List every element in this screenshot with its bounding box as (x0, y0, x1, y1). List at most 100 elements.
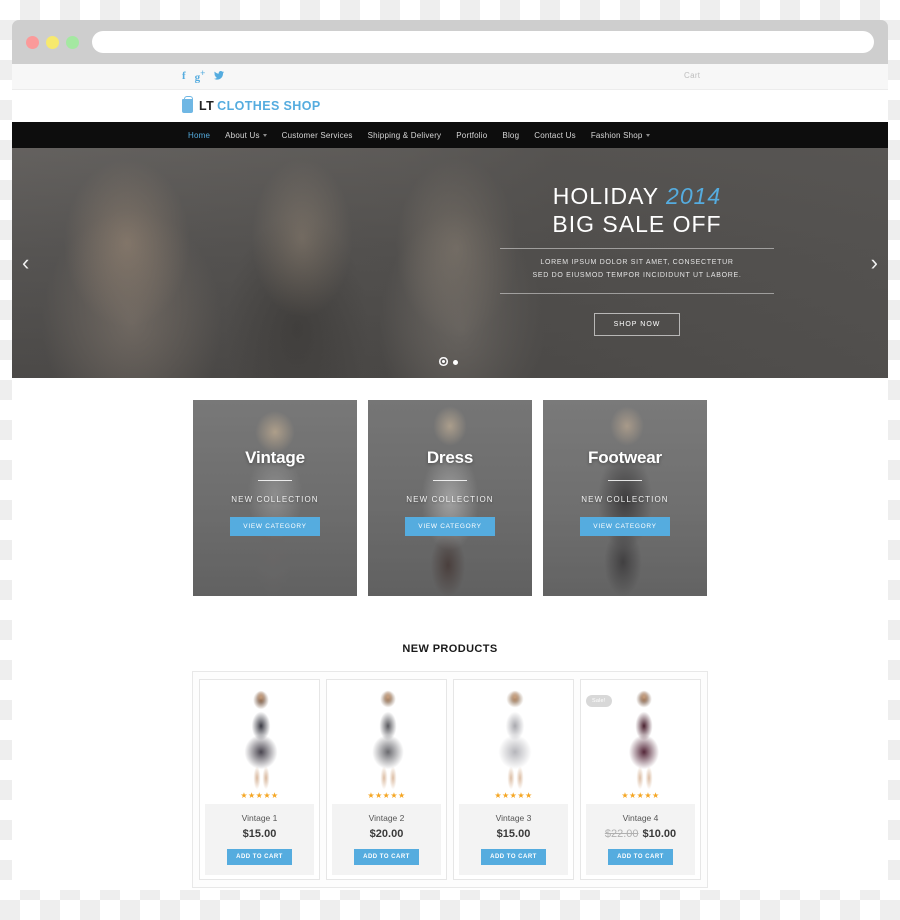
product-name: Vintage 1 (241, 813, 278, 823)
product-current-price: $15.00 (496, 828, 531, 840)
category-title: Dress (426, 448, 474, 467)
category-divider (608, 480, 642, 481)
product-old-price: $22.00 (604, 828, 639, 840)
nav-label: Portfolio (456, 130, 488, 140)
add-to-cart-button[interactable]: ADD TO CART (608, 849, 673, 865)
product-current-price: $15.00 (242, 828, 277, 840)
slider-dot-1[interactable] (442, 360, 445, 363)
hero-slider: HOLIDAY 2014 BIG SALE OFF LOREM IPSUM DO… (12, 148, 888, 378)
hero-headline-line2: BIG SALE OFF (552, 211, 722, 238)
site-logo[interactable]: LT CLOTHES SHOP (199, 99, 321, 113)
category-card-footwear[interactable]: Footwear NEW COLLECTION VIEW CATEGORY (543, 400, 707, 596)
product-rating: ★★★★★ (621, 791, 660, 800)
maximize-window-button[interactable] (66, 35, 79, 49)
twitter-icon[interactable] (214, 70, 225, 83)
product-photo (581, 686, 700, 790)
product-image: Sale! (581, 680, 700, 790)
product-card[interactable]: ★★★★★ Vintage 2 $20.00 ADD TO CART (326, 679, 447, 880)
category-subtitle: NEW COLLECTION (581, 495, 669, 504)
logo-primary-text: LT (199, 99, 215, 113)
category-divider (258, 480, 292, 481)
nav-label: Customer Services (281, 130, 353, 140)
hero-year-text: 2014 (666, 183, 722, 209)
product-rating: ★★★★★ (367, 791, 406, 800)
view-category-button[interactable]: VIEW CATEGORY (230, 517, 320, 536)
hero-headline-text: HOLIDAY (552, 183, 659, 209)
category-title: Footwear (588, 448, 662, 467)
hero-divider-top (500, 248, 774, 250)
shop-now-button[interactable]: SHOP NOW (593, 312, 681, 336)
category-subtitle: NEW COLLECTION (406, 495, 494, 504)
nav-label: Contact Us (534, 130, 576, 140)
product-price: $15.00 (209, 828, 310, 840)
add-to-cart-button[interactable]: ADD TO CART (354, 849, 419, 865)
slider-next-arrow[interactable]: › (871, 252, 878, 274)
main-navigation: Home About Us Customer Services Shipping… (12, 122, 888, 148)
nav-item-about-us[interactable]: About Us (225, 131, 267, 140)
nav-label: Fashion Shop (590, 130, 643, 140)
add-to-cart-button[interactable]: ADD TO CART (481, 849, 546, 865)
nav-item-home[interactable]: Home (188, 131, 210, 140)
product-card[interactable]: ★★★★★ Vintage 1 $15.00 ADD TO CART (199, 679, 320, 880)
nav-label: About Us (225, 130, 260, 140)
minimize-window-button[interactable] (46, 35, 59, 49)
product-card[interactable]: Sale! ★★★★★ Vintage 4 $22.00$10.00 ADD T… (580, 679, 701, 880)
address-bar-input[interactable] (92, 31, 874, 53)
product-name: Vintage 4 (622, 813, 659, 823)
nav-item-fashion-shop[interactable]: Fashion Shop (591, 131, 650, 140)
slider-dot-2[interactable] (453, 360, 458, 365)
category-divider (433, 480, 467, 481)
hero-content: HOLIDAY 2014 BIG SALE OFF LOREM IPSUM DO… (492, 182, 782, 336)
view-category-button[interactable]: VIEW CATEGORY (580, 517, 670, 536)
close-window-button[interactable] (26, 35, 39, 49)
social-links: f g+ (182, 69, 225, 84)
hero-subtitle-line2: SED DO EIUSMOD TEMPOR INCIDIDUNT UT LABO… (532, 272, 742, 280)
add-to-cart-button[interactable]: ADD TO CART (227, 849, 292, 865)
nav-item-customer-services[interactable]: Customer Services (282, 131, 353, 140)
nav-item-blog[interactable]: Blog (502, 131, 519, 140)
product-image (200, 680, 319, 790)
utility-topbar: f g+ Cart (12, 64, 888, 90)
product-price: $15.00 (463, 828, 564, 840)
product-rating: ★★★★★ (240, 791, 279, 800)
google-plus-icon[interactable]: g+ (195, 69, 206, 84)
product-photo (200, 686, 319, 790)
product-name: Vintage 3 (495, 813, 532, 823)
site-header: LT CLOTHES SHOP (12, 90, 888, 122)
nav-label: Shipping & Delivery (367, 130, 442, 140)
product-card[interactable]: ★★★★★ Vintage 3 $15.00 ADD TO CART (453, 679, 574, 880)
nav-label: Home (188, 130, 211, 140)
browser-chrome (12, 20, 888, 64)
product-image (454, 680, 573, 790)
hero-subtitle-line1: LOREM IPSUM DOLOR SIT AMET, CONSECTETUR (540, 259, 734, 267)
cart-link[interactable]: Cart (684, 71, 700, 80)
nav-item-contact-us[interactable]: Contact Us (534, 131, 576, 140)
product-rating: ★★★★★ (494, 791, 533, 800)
category-grid: Vintage NEW COLLECTION VIEW CATEGORY Dre… (12, 378, 888, 596)
new-products-carousel: ★★★★★ Vintage 1 $15.00 ADD TO CART ★★★★★… (192, 671, 708, 888)
window-controls (26, 35, 79, 49)
shopping-bag-icon (182, 96, 193, 113)
nav-item-portfolio[interactable]: Portfolio (456, 131, 487, 140)
product-photo (454, 686, 573, 790)
product-current-price: $10.00 (642, 828, 677, 840)
nav-item-shipping-delivery[interactable]: Shipping & Delivery (368, 131, 442, 140)
product-image (327, 680, 446, 790)
chevron-down-icon (262, 133, 267, 137)
webpage-viewport: f g+ Cart LT CLOTHES SHOP Home About Us C… (12, 64, 888, 890)
new-products-heading: NEW PRODUCTS (402, 643, 498, 655)
category-card-vintage[interactable]: Vintage NEW COLLECTION VIEW CATEGORY (193, 400, 357, 596)
view-category-button[interactable]: VIEW CATEGORY (405, 517, 495, 536)
slider-prev-arrow[interactable]: ‹ (22, 252, 29, 274)
category-subtitle: NEW COLLECTION (231, 495, 319, 504)
chevron-down-icon (645, 133, 650, 137)
slider-pagination (12, 360, 888, 365)
category-card-dress[interactable]: Dress NEW COLLECTION VIEW CATEGORY (368, 400, 532, 596)
nav-label: Blog (502, 130, 520, 140)
product-current-price: $20.00 (369, 828, 404, 840)
product-price: $20.00 (336, 828, 437, 840)
hero-divider-bottom (500, 292, 774, 294)
facebook-icon[interactable]: f (182, 71, 186, 82)
product-price: $22.00 $10.00 (590, 828, 691, 840)
product-photo (327, 686, 446, 790)
